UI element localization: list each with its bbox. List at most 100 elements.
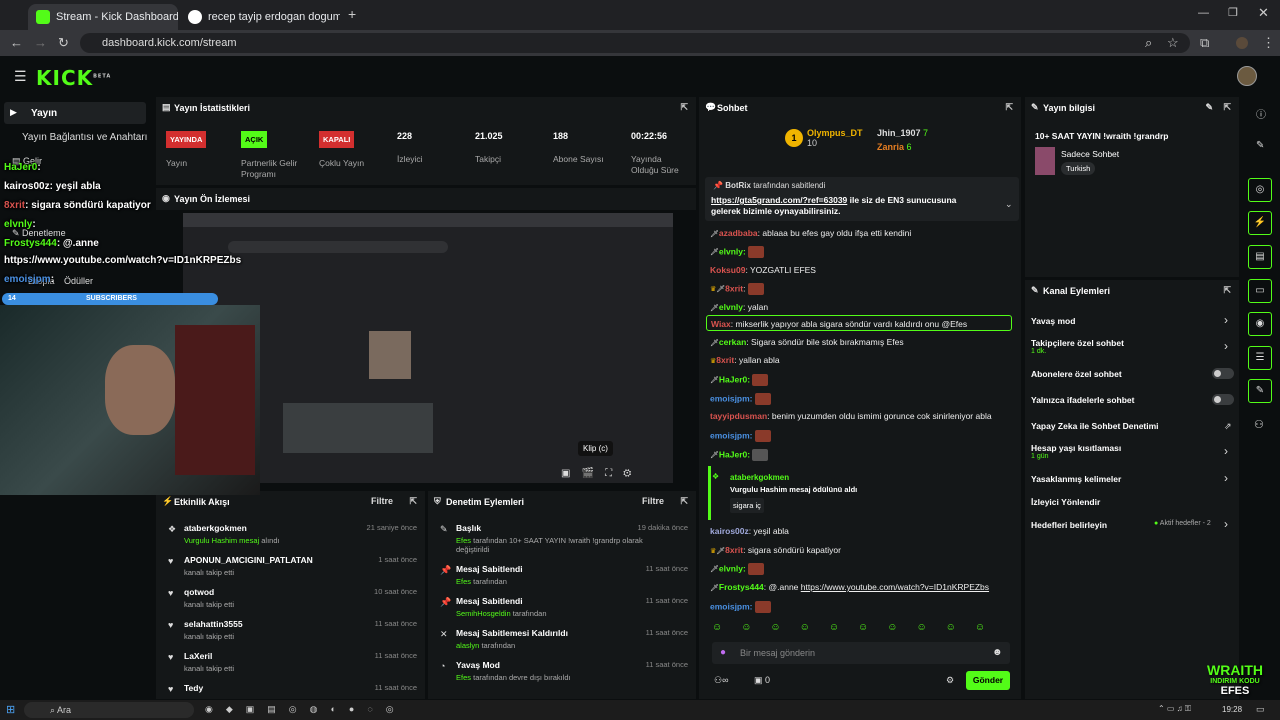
rail-camera-icon[interactable]: ◎ — [1248, 178, 1272, 202]
expand-icon[interactable]: ⇱ — [1223, 285, 1231, 296]
minimize-button[interactable]: — — [1198, 7, 1209, 19]
rail-document-icon[interactable]: ▤ — [1248, 245, 1272, 269]
chat-username[interactable]: kairos00z — [710, 526, 749, 536]
chat-username[interactable]: cerkan — [719, 337, 746, 347]
reward-user[interactable]: ataberkgokmen — [730, 473, 789, 482]
browser-tab-google[interactable]: recep tayip erdogan dogum gu × — [180, 4, 340, 30]
info-icon[interactable]: ⓘ — [1256, 106, 1266, 121]
profile-avatar[interactable] — [1236, 37, 1248, 49]
hamburger-menu-icon[interactable]: ☰ — [14, 68, 27, 85]
pinned-link[interactable]: https://gta5grand.com/?ref=63039 — [711, 195, 847, 205]
fullscreen-icon[interactable]: ⛶ — [605, 468, 612, 479]
edit-icon[interactable]: ✎ — [1205, 102, 1213, 113]
pencil-icon[interactable]: ✎ — [1256, 140, 1264, 151]
reload-icon[interactable]: ↻ — [58, 35, 69, 51]
filter-button[interactable]: Filtre — [371, 496, 393, 506]
chat-username[interactable]: Koksu09 — [710, 265, 745, 275]
action-ai-moderation[interactable]: Yapay Zeka ile Sohbet Denetimi — [1031, 421, 1159, 431]
taskbar-search[interactable]: ⌕ Ara — [24, 702, 194, 718]
bookmark-star-icon[interactable]: ☆ — [1167, 35, 1179, 51]
chat-input[interactable]: ● Bir mesaj gönderin ☻ — [712, 642, 1010, 664]
category-name[interactable]: Sadece Sohbet — [1061, 149, 1119, 159]
rail-users-icon[interactable]: ⚇ — [1254, 418, 1264, 431]
chat-username[interactable]: 8xrit — [725, 283, 743, 293]
extensions-icon[interactable]: ⧉ — [1200, 35, 1209, 51]
external-link-icon[interactable]: ⇗ — [1224, 421, 1232, 432]
chat-username[interactable]: 8xrit — [725, 545, 743, 555]
chat-username[interactable]: emoisjpm: — [710, 393, 753, 403]
chat-username[interactable]: azadbaba — [719, 228, 758, 238]
expand-icon[interactable]: ⇱ — [1005, 102, 1013, 113]
emotes-only-toggle[interactable] — [1212, 394, 1234, 405]
user-avatar[interactable] — [1237, 66, 1257, 86]
filter-button[interactable]: Filtre — [642, 496, 664, 506]
chat-username[interactable]: Wiax — [711, 319, 731, 329]
subs-only-toggle[interactable] — [1212, 368, 1234, 379]
action-slow-mode[interactable]: Yavaş mod — [1031, 316, 1075, 326]
pinned-message[interactable]: 📌 BotRix tarafından sabitlendi https://g… — [705, 177, 1019, 221]
pip-icon[interactable]: ▣ — [561, 468, 570, 479]
zoom-icon[interactable]: ⌕ — [1145, 35, 1152, 51]
window-close-button[interactable]: ✕ — [1258, 5, 1269, 21]
rail-chat-icon[interactable]: ▭ — [1248, 279, 1272, 303]
action-banned-words[interactable]: Yasaklanmış kelimeler — [1031, 474, 1121, 484]
chat-username[interactable]: emoisjpm: — [710, 601, 753, 611]
chat-users-icon[interactable]: ⚇∞ — [714, 675, 728, 686]
browser-menu-icon[interactable]: ⋮ — [1262, 35, 1275, 51]
settings-gear-icon[interactable]: ⚙ — [623, 468, 631, 479]
chevron-right-icon[interactable]: › — [1224, 444, 1228, 458]
rail-wrench-icon[interactable]: ✎ — [1248, 379, 1272, 403]
expand-icon[interactable]: ⇱ — [1223, 102, 1231, 113]
chevron-down-icon[interactable]: ⌄ — [1005, 199, 1013, 210]
rail-list-icon[interactable]: ☰ — [1248, 346, 1272, 370]
tray-icons[interactable]: ⌃ ▭ ♫ ⚿ — [1158, 704, 1191, 714]
quick-emote-row[interactable]: ☺☺☺☺☺☺☺☺☺☺ — [712, 622, 1012, 636]
action-set-goals[interactable]: Hedefleri belirleyin — [1031, 520, 1107, 530]
action-followers-only[interactable]: Takipçilere özel sohbet 1 dk. — [1031, 338, 1124, 355]
kick-logo[interactable]: KICKBETA — [36, 66, 111, 90]
chevron-right-icon[interactable]: › — [1224, 517, 1228, 531]
chevron-right-icon[interactable]: › — [1224, 313, 1228, 327]
chat-username[interactable]: elvnly: — [719, 563, 746, 573]
forward-icon[interactable]: → — [34, 35, 47, 50]
chat-username[interactable]: Frostys444 — [719, 582, 764, 592]
action-redirect-viewers[interactable]: İzleyici Yönlendir — [1031, 497, 1100, 507]
chat-username[interactable]: HaJer0: — [719, 374, 750, 384]
emoji-picker-icon[interactable]: ☻ — [992, 647, 1003, 658]
chevron-right-icon[interactable]: › — [1224, 471, 1228, 485]
top-gifter-3[interactable]: Zanria 6 — [877, 142, 912, 152]
chat-username[interactable]: emoisjpm: — [710, 430, 753, 440]
chat-settings-icon[interactable]: ⚙ — [946, 675, 954, 686]
rail-lightning-icon[interactable]: ⚡ — [1248, 211, 1272, 235]
taskbar-app-icons[interactable]: ◉◆▣▤◎◍◐●◌◎ — [205, 704, 407, 715]
points-display[interactable]: ▣ 0 — [754, 675, 770, 686]
top-gifter-1[interactable]: Olympus_DT 10 — [807, 128, 863, 148]
chat-username[interactable]: elvnly — [719, 302, 743, 312]
notification-icon[interactable]: ▭ — [1256, 704, 1265, 715]
chat-link[interactable]: https://www.youtube.com/watch?v=ID1nKRPE… — [801, 582, 989, 592]
expand-icon[interactable]: ⇱ — [680, 496, 688, 507]
sidebar-item-stream-key[interactable]: Yayın Bağlantısı ve Anahtarı — [22, 132, 147, 143]
chat-username[interactable]: 8xrit — [716, 355, 734, 365]
chat-username[interactable]: tayyipdusman — [710, 411, 767, 421]
clip-icon[interactable]: 🎬 — [582, 468, 594, 479]
new-tab-button[interactable]: + — [348, 6, 356, 22]
chevron-right-icon[interactable]: › — [1224, 339, 1228, 353]
expand-icon[interactable]: ⇱ — [409, 496, 417, 507]
activity-sub: alındı — [261, 536, 280, 545]
sidebar-item-yayin[interactable]: ▶ Yayın — [4, 102, 146, 124]
url-input[interactable]: dashboard.kick.com/stream — [80, 33, 1190, 53]
browser-tab-kick[interactable]: Stream - Kick Dashboard × — [28, 4, 178, 30]
back-icon[interactable]: ← — [10, 35, 23, 50]
expand-icon[interactable]: ⇱ — [680, 102, 688, 113]
activity-name: selahattin3555 — [184, 619, 243, 629]
send-button[interactable]: Gönder — [966, 671, 1010, 690]
chat-username[interactable]: elvnly: — [719, 246, 746, 256]
sidebar-item-oduller[interactable]: Ödüller — [64, 276, 93, 286]
top-gifter-2[interactable]: Jhin_1907 7 — [877, 128, 928, 138]
chat-username[interactable]: HaJer0: — [719, 449, 750, 459]
maximize-button[interactable]: ❐ — [1228, 6, 1238, 19]
rail-broadcast-icon[interactable]: ◉ — [1248, 312, 1272, 336]
action-account-age[interactable]: Hesap yaşı kısıtlaması 1 gün — [1031, 443, 1121, 460]
windows-start-icon[interactable]: ⊞ — [6, 703, 15, 716]
